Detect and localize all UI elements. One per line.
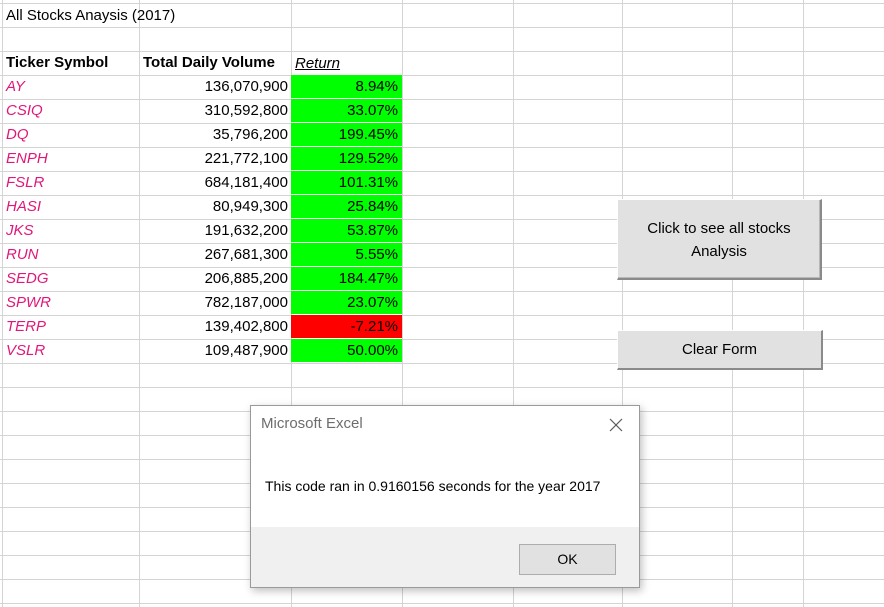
ticker-cell[interactable]: ENPH <box>6 147 48 170</box>
ok-button[interactable]: OK <box>519 544 616 575</box>
grid-row-line <box>0 51 884 52</box>
volume-cell[interactable]: 139,402,800 <box>140 315 288 338</box>
message-dialog: Microsoft Excel This code ran in 0.91601… <box>250 405 640 588</box>
return-cell[interactable]: 33.07% <box>291 99 402 122</box>
analysis-button-line1: Click to see all stocks <box>647 220 791 237</box>
ticker-cell[interactable]: SPWR <box>6 291 51 314</box>
clear-form-button[interactable]: Clear Form <box>617 330 823 370</box>
volume-cell[interactable]: 267,681,300 <box>140 243 288 266</box>
grid-row-line <box>0 315 884 316</box>
volume-cell[interactable]: 221,772,100 <box>140 147 288 170</box>
grid-row-line <box>0 147 884 148</box>
grid-column-line <box>2 0 3 607</box>
return-cell[interactable]: 53.87% <box>291 219 402 242</box>
grid-row-line <box>0 603 884 604</box>
grid-row-line <box>0 387 884 388</box>
return-cell[interactable]: 8.94% <box>291 75 402 98</box>
header-ticker[interactable]: Ticker Symbol <box>6 51 108 74</box>
volume-cell[interactable]: 80,949,300 <box>140 195 288 218</box>
close-icon[interactable] <box>601 410 631 440</box>
grid-row-line <box>0 27 884 28</box>
return-cell[interactable]: 50.00% <box>291 339 402 362</box>
grid-row-line <box>0 99 884 100</box>
grid-column-line <box>732 0 733 607</box>
return-cell[interactable]: 25.84% <box>291 195 402 218</box>
ticker-cell[interactable]: RUN <box>6 243 39 266</box>
volume-cell[interactable]: 310,592,800 <box>140 99 288 122</box>
return-cell[interactable]: 101.31% <box>291 171 402 194</box>
volume-cell[interactable]: 684,181,400 <box>140 171 288 194</box>
ticker-cell[interactable]: VSLR <box>6 339 45 362</box>
grid-column-line <box>803 0 804 607</box>
volume-cell[interactable]: 191,632,200 <box>140 219 288 242</box>
sheet-title[interactable]: All Stocks Anaysis (2017) <box>6 4 175 27</box>
dialog-title: Microsoft Excel <box>261 415 363 432</box>
grid-row-line <box>0 171 884 172</box>
ticker-cell[interactable]: CSIQ <box>6 99 43 122</box>
volume-cell[interactable]: 109,487,900 <box>140 339 288 362</box>
return-cell[interactable]: 23.07% <box>291 291 402 314</box>
return-cell[interactable]: 5.55% <box>291 243 402 266</box>
dialog-message: This code ran in 0.9160156 seconds for t… <box>265 478 601 494</box>
ticker-cell[interactable]: DQ <box>6 123 29 146</box>
grid-row-line <box>0 75 884 76</box>
return-cell[interactable]: 199.45% <box>291 123 402 146</box>
ticker-cell[interactable]: HASI <box>6 195 41 218</box>
grid-row-line <box>0 123 884 124</box>
ticker-cell[interactable]: TERP <box>6 315 46 338</box>
return-cell[interactable]: 129.52% <box>291 147 402 170</box>
volume-cell[interactable]: 206,885,200 <box>140 267 288 290</box>
volume-cell[interactable]: 782,187,000 <box>140 291 288 314</box>
header-return[interactable]: Return <box>295 52 340 75</box>
volume-cell[interactable]: 136,070,900 <box>140 75 288 98</box>
ticker-cell[interactable]: SEDG <box>6 267 49 290</box>
grid-row-line <box>0 195 884 196</box>
dialog-footer: OK <box>251 527 639 587</box>
header-volume[interactable]: Total Daily Volume <box>143 51 275 74</box>
see-all-stocks-analysis-button[interactable]: Click to see all stocks Analysis <box>617 199 822 280</box>
ticker-cell[interactable]: FSLR <box>6 171 44 194</box>
volume-cell[interactable]: 35,796,200 <box>140 123 288 146</box>
ticker-cell[interactable]: JKS <box>6 219 34 242</box>
return-cell[interactable]: -7.21% <box>291 315 402 338</box>
ticker-cell[interactable]: AY <box>6 75 25 98</box>
grid-row-line <box>0 291 884 292</box>
analysis-button-line2: Analysis <box>691 243 747 260</box>
return-cell[interactable]: 184.47% <box>291 267 402 290</box>
